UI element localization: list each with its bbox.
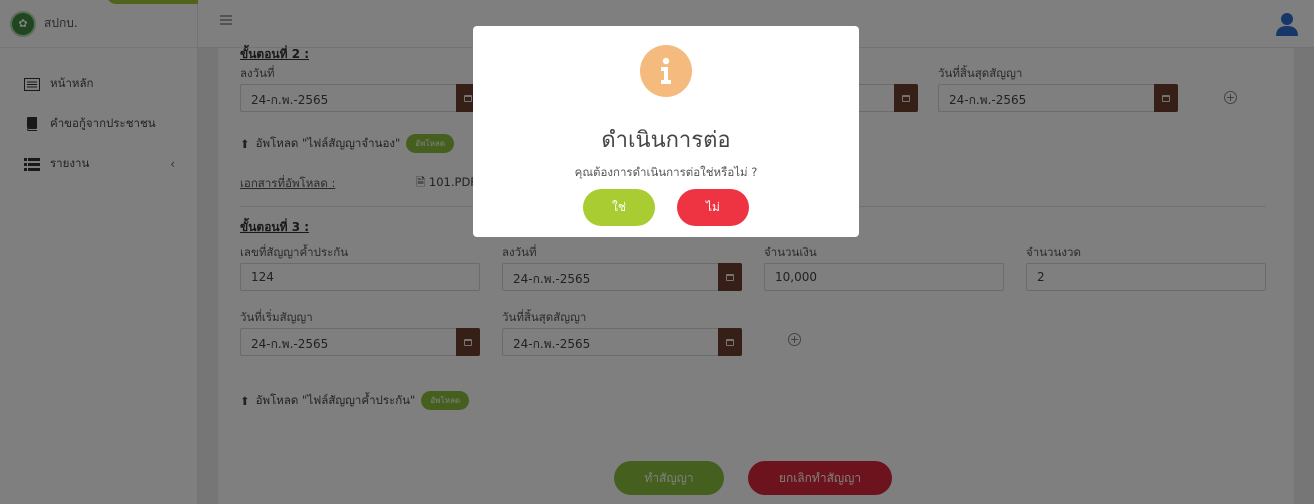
dialog-title: ดำเนินการต่อ: [601, 128, 731, 153]
dialog-message: คุณต้องการดำเนินการต่อใช่หรือไม่ ?: [574, 165, 758, 179]
confirm-dialog: ดำเนินการต่อ คุณต้องการดำเนินการต่อใช่หร…: [473, 26, 859, 237]
info-icon: [640, 45, 692, 97]
confirm-yes-button[interactable]: ใช่: [583, 189, 655, 226]
confirm-no-button[interactable]: ไม่: [677, 189, 749, 226]
